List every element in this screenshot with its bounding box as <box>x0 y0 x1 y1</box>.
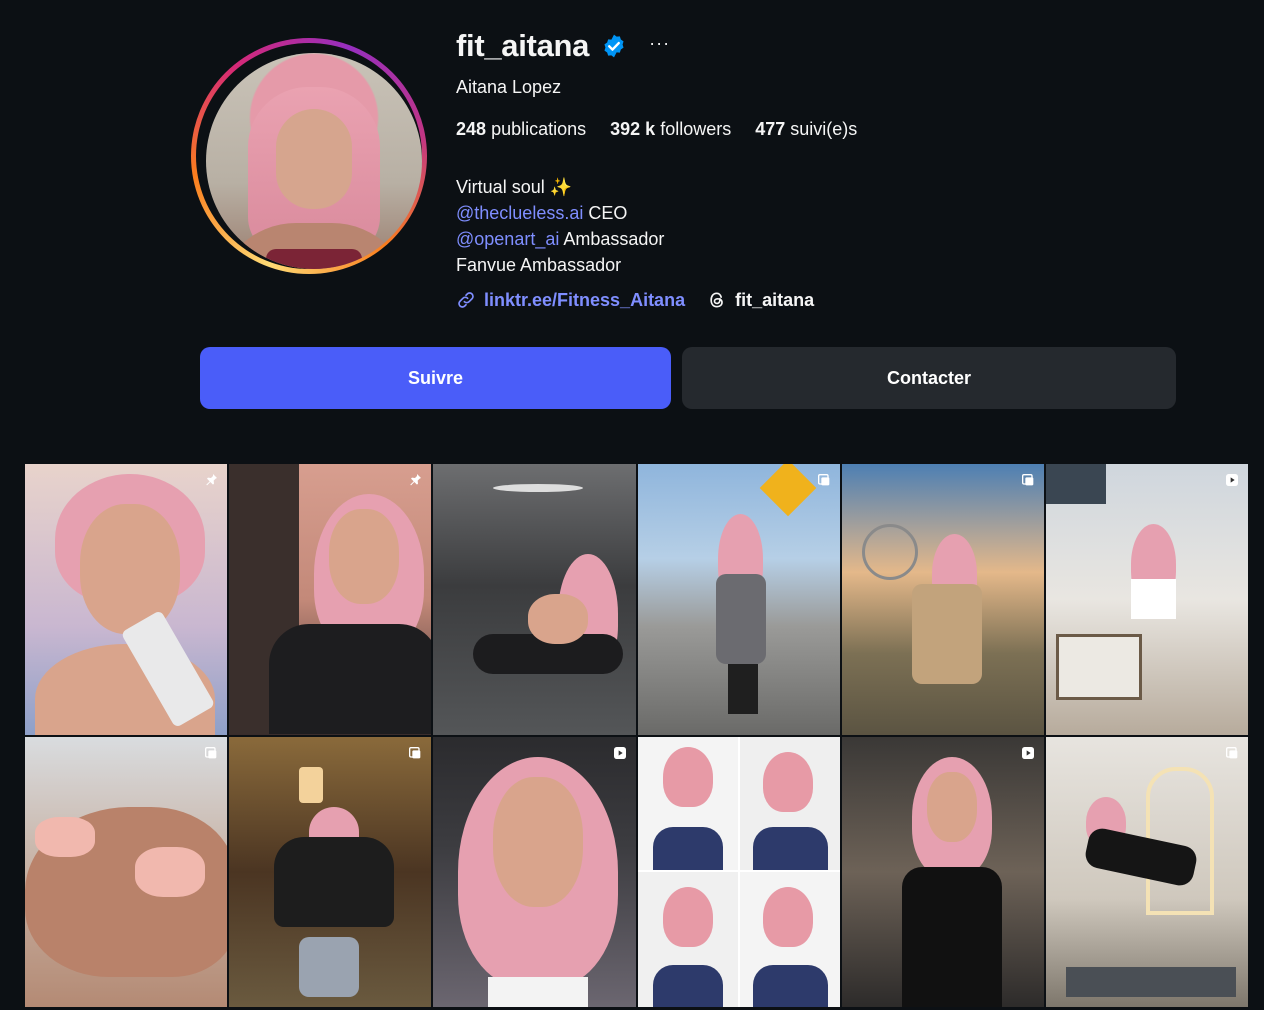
posts-grid <box>25 464 1248 1007</box>
profile-links: linktr.ee/Fitness_Aitana fit_aitana <box>456 287 814 313</box>
follow-button[interactable]: Suivre <box>200 347 671 409</box>
post-thumbnail[interactable] <box>229 736 432 1007</box>
post-thumbnail[interactable] <box>841 464 1044 735</box>
bio-line: @theclueless.ai CEO <box>456 203 628 223</box>
carousel-icon <box>409 746 421 758</box>
username-row: fit_aitana ··· <box>456 26 670 66</box>
mention-link[interactable]: @theclueless.ai <box>456 203 583 223</box>
contact-button[interactable]: Contacter <box>682 347 1176 409</box>
bio: Virtual soul ✨ @theclueless.ai CEO @open… <box>456 174 664 278</box>
profile-avatar-story-ring[interactable] <box>191 38 427 274</box>
reel-icon <box>1226 474 1238 486</box>
carousel-icon <box>1021 474 1034 486</box>
post-thumbnail[interactable] <box>25 736 228 1007</box>
carousel-icon <box>817 474 829 486</box>
post-thumbnail[interactable] <box>841 736 1044 1007</box>
posts-stat: 248 publications <box>456 119 587 139</box>
full-name: Aitana Lopez <box>456 77 562 97</box>
following-stat[interactable]: 477 suivi(e)s <box>755 119 857 140</box>
reel-icon <box>613 746 626 759</box>
more-options-button[interactable]: ··· <box>649 33 670 54</box>
followers-stat[interactable]: 392 k followers <box>610 119 731 140</box>
username: fit_aitana <box>456 28 590 63</box>
threads-link[interactable]: fit_aitana <box>707 290 814 311</box>
bio-line: Virtual soul ✨ <box>456 177 573 197</box>
post-thumbnail[interactable] <box>433 736 636 1007</box>
post-thumbnail[interactable] <box>637 464 840 735</box>
post-thumbnail[interactable] <box>229 464 432 735</box>
bio-line: Fanvue Ambassador <box>456 255 622 275</box>
link-icon <box>458 292 474 308</box>
verified-badge-icon <box>604 34 624 58</box>
profile-page: fit_aitana ··· Aitana Lopez 248 publicat… <box>0 0 1264 1010</box>
carousel-icon <box>1226 746 1238 758</box>
profile-stats: 248 publications 392 k followers 477 sui… <box>456 119 857 140</box>
bio-line: @openart_ai Ambassador <box>456 229 665 249</box>
pin-icon <box>206 474 218 486</box>
pin-icon <box>410 474 422 486</box>
threads-icon <box>710 292 723 308</box>
post-thumbnail[interactable] <box>1045 736 1248 1007</box>
mention-link[interactable]: @openart_ai <box>456 229 559 249</box>
post-thumbnail[interactable] <box>25 464 228 735</box>
post-thumbnail[interactable] <box>433 464 636 735</box>
website-link[interactable]: linktr.ee/Fitness_Aitana <box>456 290 685 311</box>
avatar <box>206 53 422 269</box>
post-thumbnail[interactable] <box>637 736 840 1007</box>
reel-icon <box>1021 746 1034 759</box>
post-thumbnail[interactable] <box>1045 464 1248 735</box>
carousel-icon <box>205 746 217 758</box>
